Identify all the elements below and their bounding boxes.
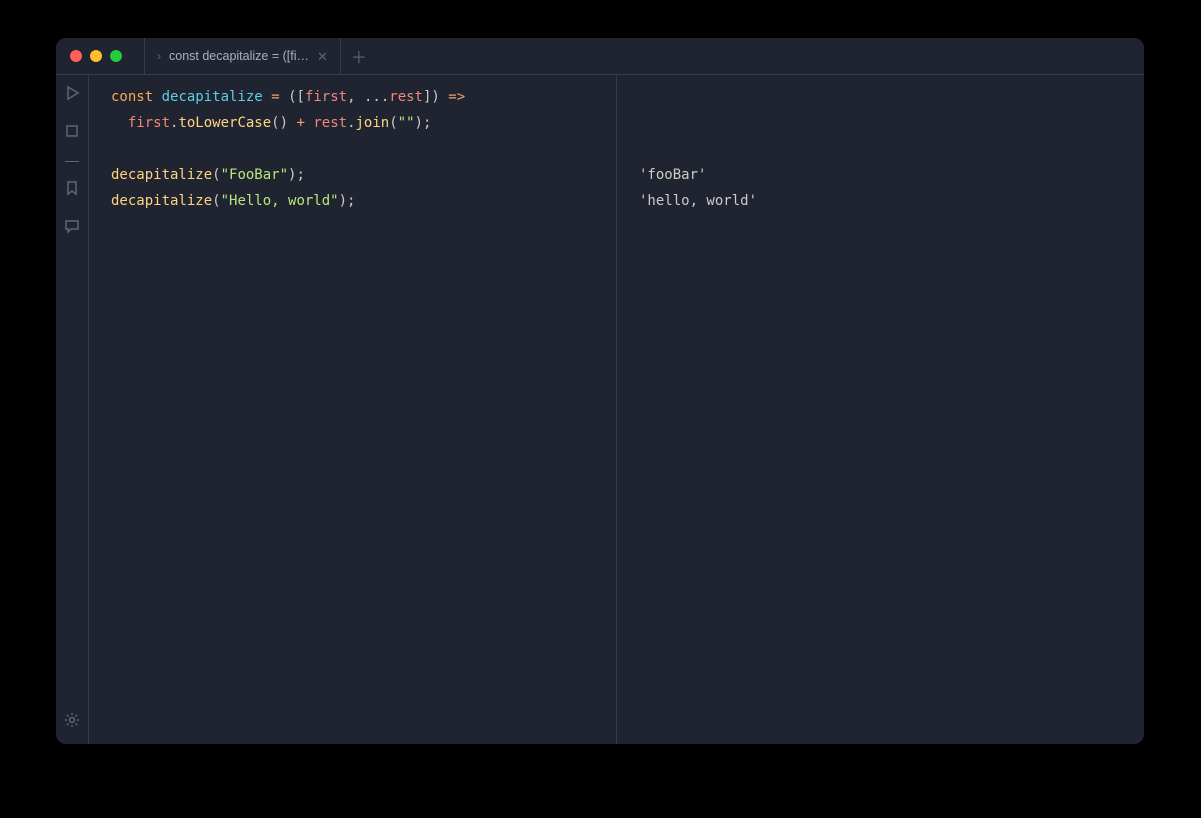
panes: const decapitalize = ([first, ...rest]) … [89, 75, 1144, 744]
punct: () [271, 115, 288, 131]
editor-body: const decapitalize = ([first, ...rest]) … [56, 75, 1144, 744]
punct: ) [339, 193, 347, 209]
string: "FooBar" [221, 167, 288, 183]
output-line: 'fooBar' [639, 167, 706, 183]
sidebar [56, 75, 89, 744]
param: rest [389, 89, 423, 105]
close-tab-icon[interactable]: ✕ [317, 50, 328, 63]
punct: ( [212, 167, 220, 183]
stop-icon[interactable] [64, 123, 80, 143]
method: join [356, 115, 390, 131]
output-line: 'hello, world' [639, 193, 757, 209]
punct: ) [431, 89, 439, 105]
identifier: decapitalize [162, 89, 263, 105]
punct: ( [389, 115, 397, 131]
punct: ( [212, 193, 220, 209]
method: toLowerCase [178, 115, 271, 131]
string: "Hello, world" [221, 193, 339, 209]
gear-icon[interactable] [64, 712, 80, 732]
punct: ; [296, 167, 304, 183]
call: decapitalize [111, 167, 212, 183]
punct: [ [297, 89, 305, 105]
output-pane: 'fooBar' 'hello, world' [617, 75, 1144, 744]
punct: ) [415, 115, 423, 131]
call: decapitalize [111, 193, 212, 209]
editor-window: › const decapitalize = ([fi… ✕ ＋ [56, 38, 1144, 744]
tab-current[interactable]: › const decapitalize = ([fi… ✕ [144, 38, 341, 74]
punct: ; [423, 115, 431, 131]
run-icon[interactable] [64, 85, 80, 105]
minimize-window-button[interactable] [90, 50, 102, 62]
close-window-button[interactable] [70, 50, 82, 62]
operator: = [271, 89, 279, 105]
arrow: => [448, 89, 465, 105]
plus-icon: ＋ [351, 44, 367, 68]
tab-title: const decapitalize = ([fi… [169, 49, 309, 63]
string: "" [398, 115, 415, 131]
param: rest [313, 115, 347, 131]
operator: + [296, 115, 304, 131]
punct: ( [288, 89, 296, 105]
bookmark-icon[interactable] [64, 180, 80, 200]
spread: ... [364, 89, 389, 105]
window-controls [56, 50, 144, 62]
zoom-window-button[interactable] [110, 50, 122, 62]
code-editor[interactable]: const decapitalize = ([first, ...rest]) … [89, 75, 617, 744]
divider-icon [65, 161, 79, 162]
chat-icon[interactable] [64, 218, 80, 238]
param: first [128, 115, 170, 131]
punct: , [347, 89, 355, 105]
titlebar: › const decapitalize = ([fi… ✕ ＋ [56, 38, 1144, 75]
param: first [305, 89, 347, 105]
add-tab-button[interactable]: ＋ [341, 38, 378, 74]
chevron-right-icon: › [157, 49, 161, 63]
keyword: const [111, 89, 153, 105]
punct: ; [347, 193, 355, 209]
punct: . [347, 115, 355, 131]
